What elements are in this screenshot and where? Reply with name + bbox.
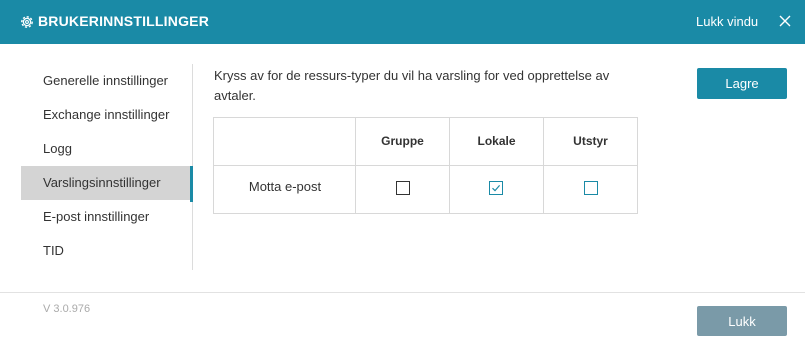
sidebar-item-general[interactable]: Generelle innstillinger bbox=[21, 64, 192, 98]
sidebar-item-exchange[interactable]: Exchange innstillinger bbox=[21, 98, 192, 132]
row-divider bbox=[214, 165, 637, 166]
sidebar-item-label: E-post innstillinger bbox=[43, 209, 150, 224]
resource-notification-table: Gruppe Lokale Utstyr Motta e-post bbox=[213, 117, 638, 214]
sidebar-item-time[interactable]: TID bbox=[21, 234, 192, 268]
close-icon[interactable] bbox=[778, 14, 792, 28]
close-button[interactable]: Lukk bbox=[697, 306, 787, 336]
footer-divider bbox=[0, 292, 805, 293]
sidebar-item-label: Generelle innstillinger bbox=[43, 73, 169, 88]
checkbox-equipment[interactable] bbox=[584, 181, 598, 195]
gear-icon bbox=[21, 16, 33, 28]
notification-description: Kryss av for de ressurs-typer du vil ha … bbox=[214, 68, 610, 103]
checkmark-icon bbox=[492, 185, 501, 192]
sidebar-item-notifications[interactable]: Varslingsinnstillinger bbox=[21, 166, 192, 200]
checkbox-group[interactable] bbox=[396, 181, 410, 195]
column-header-equipment: Utstyr bbox=[573, 134, 608, 148]
checkbox-location[interactable] bbox=[489, 181, 503, 195]
version-label: V 3.0.976 bbox=[43, 303, 91, 315]
row-label-receive-email: Motta e-post bbox=[248, 179, 322, 194]
column-header-location: Lokale bbox=[477, 134, 516, 148]
sidebar-item-label: Exchange innstillinger bbox=[43, 107, 170, 122]
active-indicator bbox=[190, 166, 193, 202]
dialog-title: BRUKERINNSTILLINGER bbox=[38, 13, 210, 29]
sidebar-item-label: TID bbox=[43, 243, 64, 258]
settings-sidebar: Generelle innstillinger Exchange innstil… bbox=[21, 64, 193, 270]
save-button[interactable]: Lagre bbox=[697, 68, 787, 99]
sidebar-item-label: Varslingsinnstillinger bbox=[43, 175, 161, 190]
sidebar-item-label: Logg bbox=[43, 141, 72, 156]
close-window-link[interactable]: Lukk vindu bbox=[696, 14, 758, 29]
column-header-group: Gruppe bbox=[381, 134, 424, 148]
title-bar: BRUKERINNSTILLINGER Lukk vindu bbox=[0, 0, 805, 44]
sidebar-item-email[interactable]: E-post innstillinger bbox=[21, 200, 192, 234]
sidebar-item-log[interactable]: Logg bbox=[21, 132, 192, 166]
